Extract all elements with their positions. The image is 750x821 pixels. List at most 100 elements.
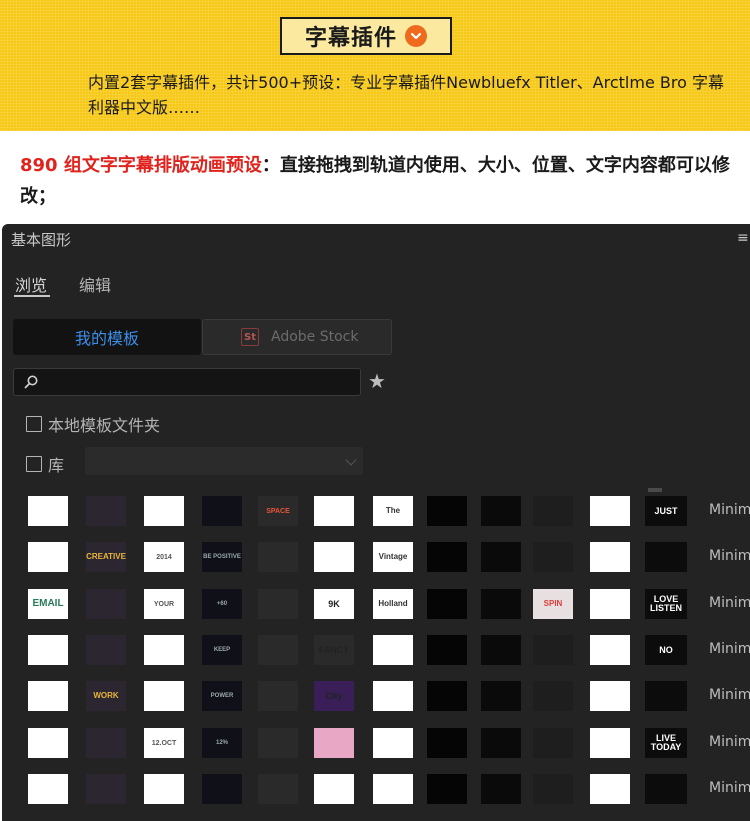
template-thumbnail[interactable] [314, 774, 354, 804]
thumbnail-caption: SPACE [266, 507, 290, 515]
template-thumbnail[interactable] [314, 542, 354, 572]
template-thumbnail[interactable] [314, 496, 354, 526]
template-thumbnail[interactable]: NO [645, 635, 687, 665]
template-thumbnail[interactable] [481, 681, 521, 711]
template-thumbnail[interactable] [28, 681, 68, 711]
template-thumbnail[interactable]: 9K [314, 589, 354, 619]
template-thumbnail[interactable] [314, 728, 354, 758]
template-thumbnail[interactable] [427, 589, 467, 619]
template-thumbnail[interactable] [590, 681, 630, 711]
template-thumbnail[interactable] [590, 542, 630, 572]
template-thumbnail[interactable] [373, 635, 413, 665]
template-thumbnail[interactable] [202, 496, 242, 526]
template-thumbnail[interactable] [144, 635, 184, 665]
template-thumbnail[interactable]: 2014 [144, 542, 184, 572]
tab-edit[interactable]: 编辑 [79, 272, 111, 296]
template-thumbnail[interactable] [28, 542, 68, 572]
template-thumbnail[interactable] [86, 496, 126, 526]
template-thumbnail[interactable] [533, 635, 573, 665]
template-thumbnail[interactable]: Vintage [373, 542, 413, 572]
template-thumbnail[interactable]: SPIN [533, 589, 573, 619]
template-thumbnail[interactable] [533, 542, 573, 572]
template-thumbnail[interactable] [86, 589, 126, 619]
template-thumbnail[interactable] [645, 774, 687, 804]
my-templates-button[interactable]: 我的模板 [13, 319, 201, 355]
template-thumbnail[interactable]: YOUR [144, 589, 184, 619]
template-thumbnail[interactable]: 12.OCT [144, 728, 184, 758]
template-thumbnail[interactable] [590, 635, 630, 665]
template-thumbnail[interactable] [28, 728, 68, 758]
template-thumbnail[interactable] [481, 728, 521, 758]
adobe-stock-button[interactable]: St Adobe Stock [202, 319, 392, 355]
template-thumbnail[interactable]: CREATIVE [86, 542, 126, 572]
template-thumbnail[interactable]: Holland [373, 589, 413, 619]
local-templates-folder-option[interactable]: 本地模板文件夹 [26, 412, 160, 436]
template-thumbnail[interactable] [645, 681, 687, 711]
template-thumbnail[interactable] [202, 774, 242, 804]
template-thumbnail[interactable] [427, 542, 467, 572]
template-thumbnail[interactable]: WORK [86, 681, 126, 711]
star-icon[interactable]: ★ [368, 369, 386, 393]
library-option[interactable]: 库 [26, 452, 64, 476]
template-thumbnail[interactable] [258, 589, 298, 619]
template-thumbnail[interactable]: BE POSITIVE [202, 542, 242, 572]
search-icon [24, 375, 38, 389]
template-thumbnail[interactable] [590, 496, 630, 526]
template-thumbnail[interactable]: POWER [202, 681, 242, 711]
template-thumbnail[interactable] [28, 774, 68, 804]
template-thumbnail[interactable]: EMAIL [28, 589, 68, 619]
search-input[interactable] [46, 374, 346, 390]
template-thumbnail[interactable]: +60 [202, 589, 242, 619]
template-thumbnail[interactable] [590, 774, 630, 804]
template-thumbnail[interactable]: City [314, 681, 354, 711]
template-thumbnail[interactable] [86, 728, 126, 758]
template-thumbnail[interactable]: KEEP [202, 635, 242, 665]
hamburger-menu-icon[interactable]: ≡ [737, 230, 749, 246]
template-thumbnail[interactable] [481, 635, 521, 665]
template-thumbnail[interactable]: FANCY [314, 635, 354, 665]
template-thumbnail[interactable] [427, 635, 467, 665]
template-thumbnail[interactable] [427, 496, 467, 526]
template-thumbnail[interactable] [427, 728, 467, 758]
template-thumbnail[interactable] [258, 728, 298, 758]
template-thumbnail[interactable]: 12% [202, 728, 242, 758]
template-thumbnail[interactable]: SPACE [258, 496, 298, 526]
template-thumbnail[interactable] [481, 496, 521, 526]
template-thumbnail[interactable] [645, 542, 687, 572]
template-thumbnail[interactable]: LIVE TODAY [645, 728, 687, 758]
tab-browse[interactable]: 浏览 [15, 272, 47, 296]
template-thumbnail[interactable] [86, 635, 126, 665]
template-thumbnail[interactable] [258, 774, 298, 804]
template-thumbnail[interactable] [533, 681, 573, 711]
template-thumbnail[interactable] [373, 728, 413, 758]
template-thumbnail[interactable] [373, 774, 413, 804]
template-thumbnail[interactable] [427, 774, 467, 804]
library-checkbox[interactable] [26, 456, 42, 472]
template-thumbnail[interactable] [144, 774, 184, 804]
template-thumbnail[interactable] [28, 635, 68, 665]
thumbnail-caption: 2014 [156, 553, 172, 561]
template-thumbnail[interactable] [86, 774, 126, 804]
local-templates-checkbox[interactable] [26, 416, 42, 432]
template-thumbnail[interactable] [258, 542, 298, 572]
template-thumbnail[interactable] [258, 635, 298, 665]
template-thumbnail[interactable] [144, 496, 184, 526]
template-thumbnail[interactable] [533, 774, 573, 804]
template-thumbnail[interactable] [533, 728, 573, 758]
template-thumbnail[interactable] [144, 681, 184, 711]
template-thumbnail[interactable] [533, 496, 573, 526]
thumbnail-caption: SPIN [543, 599, 563, 608]
template-thumbnail[interactable] [427, 681, 467, 711]
template-thumbnail[interactable] [481, 774, 521, 804]
library-dropdown[interactable] [85, 447, 363, 475]
template-thumbnail[interactable] [28, 496, 68, 526]
template-thumbnail[interactable] [258, 681, 298, 711]
template-thumbnail[interactable]: The [373, 496, 413, 526]
template-thumbnail[interactable]: LOVE LISTEN [645, 589, 687, 619]
template-thumbnail[interactable]: JUST [645, 496, 687, 526]
template-thumbnail[interactable] [373, 681, 413, 711]
template-thumbnail[interactable] [481, 589, 521, 619]
template-thumbnail[interactable] [590, 728, 630, 758]
template-thumbnail[interactable] [590, 589, 630, 619]
template-thumbnail[interactable] [481, 542, 521, 572]
